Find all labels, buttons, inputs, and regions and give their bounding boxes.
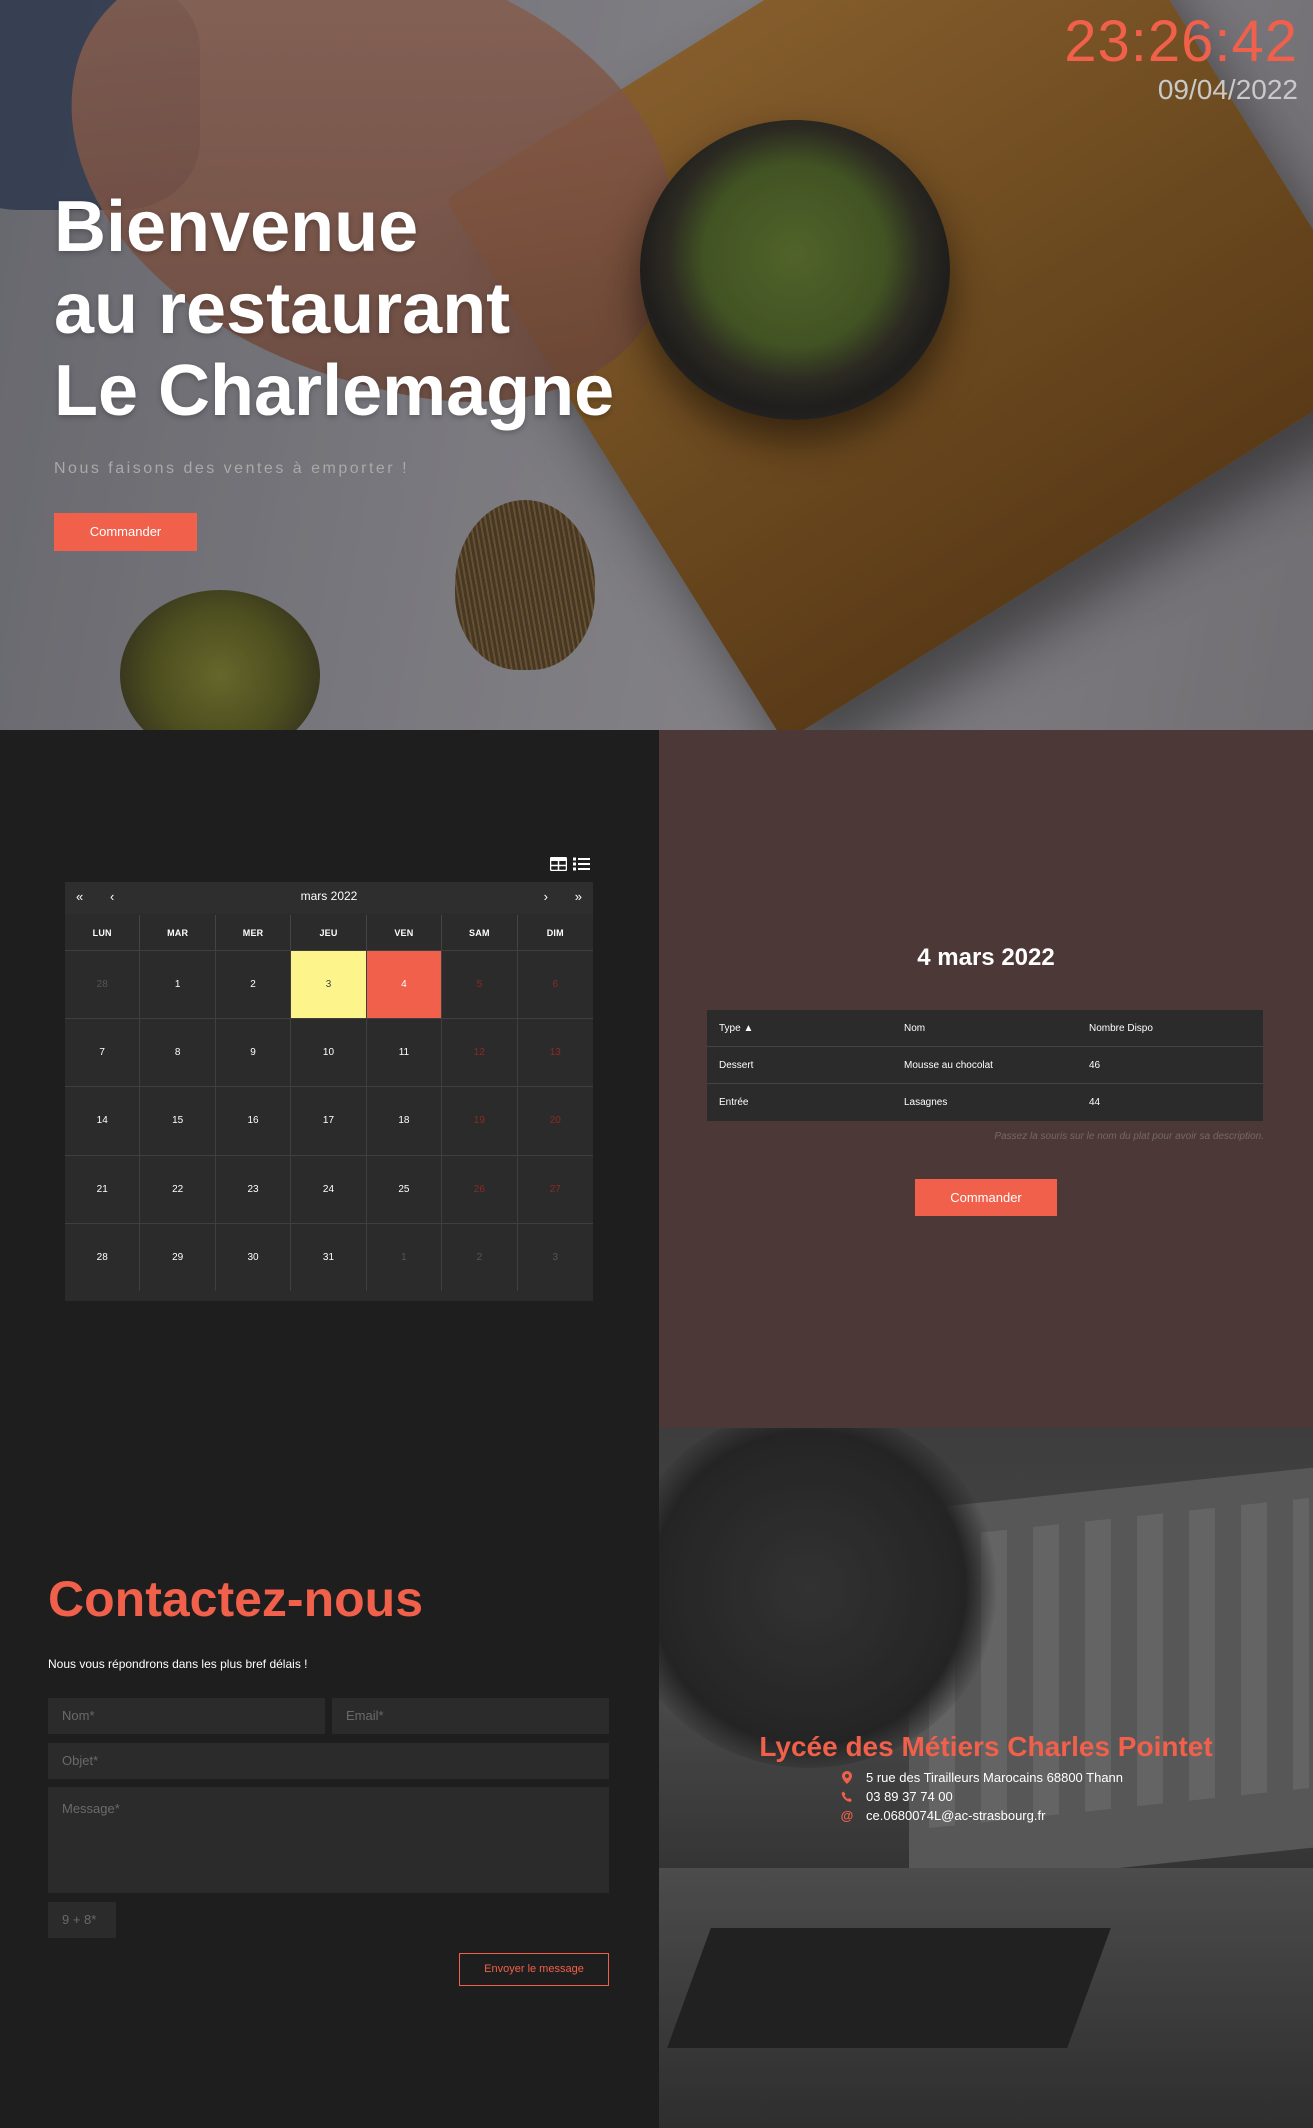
calendar-day[interactable]: 3 (517, 1222, 593, 1291)
calendar-grid: 28 1 2 3 4 5 6 7 8 9 10 11 12 13 14 15 16 17 18 19 20 21 22 23 2… (65, 950, 593, 1291)
calendar-day[interactable]: 6 (517, 950, 593, 1018)
cell-type: Dessert (719, 1059, 754, 1071)
calendar-day[interactable]: 19 (442, 1086, 518, 1155)
calendar-day[interactable]: 8 (140, 1018, 216, 1087)
hero-title-line: au restaurant (54, 269, 511, 349)
table-row: Dessert Mousse au chocolat 46 (707, 1047, 1263, 1084)
calendar-day[interactable]: 23 (215, 1154, 292, 1223)
calendar-day[interactable]: 22 (140, 1154, 216, 1223)
school-email: @ ce.0680074L@ac-strasbourg.fr (840, 1808, 1046, 1823)
calendar-day[interactable]: 2 (442, 1222, 518, 1291)
calendar-day[interactable]: 20 (517, 1086, 593, 1154)
cell-count: 44 (1089, 1097, 1101, 1108)
map-marker-icon (840, 1771, 854, 1784)
calendar-day[interactable]: 11 (366, 1018, 443, 1087)
calendar-next-button[interactable]: › (544, 889, 548, 904)
hero-order-button[interactable]: Commander (54, 513, 197, 551)
calendar-day[interactable]: 25 (366, 1154, 443, 1223)
menu-hint: Passez la souris sur le nom du plat pour… (994, 1131, 1264, 1142)
hero-title: Bienvenue au restaurant Le Charlemagne (54, 186, 614, 432)
school-name: Lycée des Métiers Charles Pointet (759, 1731, 1213, 1762)
calendar-day[interactable]: 13 (517, 1018, 593, 1086)
calendar-day[interactable]: 26 (442, 1154, 518, 1223)
school-phone-text: 03 89 37 74 00 (866, 1789, 953, 1804)
cell-name[interactable]: Mousse au chocolat (904, 1060, 1089, 1071)
contact-title: Contactez-nous (48, 1571, 423, 1627)
calendar-day[interactable]: 29 (140, 1222, 216, 1291)
calendar-day[interactable]: 28 (65, 950, 141, 1019)
calendar-view-switch (550, 857, 590, 871)
hero-section: 23:26:42 09/04/2022 Bienvenue au restaur… (0, 0, 1313, 730)
weekday-label: VEN (367, 915, 443, 951)
cell-name[interactable]: Lasagnes (904, 1097, 1089, 1108)
captcha-field[interactable]: 9 + 8* (48, 1902, 116, 1938)
menu-order-button[interactable]: Commander (915, 1179, 1057, 1216)
weekday-label: JEU (291, 915, 367, 951)
column-header-count[interactable]: Nombre Dispo (1089, 1023, 1263, 1034)
calendar-day[interactable]: 16 (215, 1086, 292, 1155)
weekday-label: LUN (65, 915, 141, 951)
name-field[interactable]: Nom* (48, 1698, 325, 1734)
calendar-day[interactable]: 2 (215, 950, 292, 1019)
calendar-day[interactable]: 18 (366, 1086, 443, 1155)
send-message-button[interactable]: Envoyer le message (459, 1953, 609, 1986)
calendar: « ‹ mars 2022 › » LUN MAR MER JEU VEN SA… (65, 882, 593, 1301)
contact-subtitle: Nous vous répondrons dans les plus bref … (48, 1657, 308, 1671)
at-icon: @ (840, 1808, 854, 1823)
phone-icon (840, 1791, 854, 1803)
list-view-icon[interactable] (573, 857, 590, 871)
calendar-weekdays: LUN MAR MER JEU VEN SAM DIM (65, 914, 593, 951)
hero-subtitle: Nous faisons des ventes à emporter ! (54, 460, 410, 477)
clock-time: 23:26:42 (1064, 9, 1298, 74)
school-address-text: 5 rue des Tirailleurs Marocains 68800 Th… (866, 1770, 1124, 1785)
calendar-day[interactable]: 21 (65, 1154, 141, 1223)
cell-count: 46 (1089, 1059, 1101, 1071)
weekday-label: MAR (140, 915, 216, 951)
email-field[interactable]: Email* (332, 1698, 609, 1734)
grid-view-icon[interactable] (550, 857, 567, 871)
calendar-day[interactable]: 5 (442, 950, 518, 1019)
calendar-last-button[interactable]: » (575, 889, 582, 904)
column-header-type[interactable]: Type ▲ (719, 1023, 904, 1034)
calendar-month-label[interactable]: mars 2022 (65, 889, 593, 903)
calendar-day[interactable]: 31 (291, 1222, 367, 1291)
calendar-day[interactable]: 10 (291, 1018, 367, 1087)
clock-date: 09/04/2022 (1157, 74, 1298, 105)
column-header-name[interactable]: Nom (904, 1023, 1089, 1034)
cell-type: Entrée (719, 1097, 749, 1108)
menu-table: Type ▲ Nom Nombre Dispo Dessert Mousse a… (707, 1010, 1263, 1121)
calendar-day[interactable]: 1 (140, 950, 216, 1019)
calendar-day[interactable]: 4 (366, 950, 443, 1019)
calendar-day[interactable]: 17 (291, 1086, 367, 1155)
calendar-day[interactable]: 9 (215, 1018, 292, 1087)
calendar-day[interactable]: 15 (140, 1086, 216, 1155)
school-phone: 03 89 37 74 00 (840, 1789, 953, 1804)
school-email-text[interactable]: ce.0680074L@ac-strasbourg.fr (866, 1808, 1045, 1823)
table-header: Type ▲ Nom Nombre Dispo (707, 1010, 1263, 1047)
weekday-label: MER (216, 915, 292, 951)
hero-title-line: Le Charlemagne (54, 351, 615, 431)
table-row: Entrée Lasagnes 44 (707, 1084, 1263, 1121)
calendar-nav: « ‹ mars 2022 › » (65, 882, 593, 914)
calendar-day[interactable]: 27 (517, 1154, 593, 1223)
hero-title-line: Bienvenue (54, 187, 419, 267)
calendar-day[interactable]: 1 (366, 1222, 443, 1291)
calendar-day[interactable]: 30 (215, 1222, 292, 1291)
calendar-day[interactable]: 28 (65, 1222, 141, 1291)
calendar-day[interactable]: 7 (65, 1018, 141, 1087)
menu-date-title: 4 mars 2022 (917, 944, 1055, 971)
subject-field[interactable]: Objet* (48, 1743, 609, 1779)
calendar-day[interactable]: 24 (291, 1154, 367, 1223)
school-address: 5 rue des Tirailleurs Marocains 68800 Th… (840, 1770, 1123, 1785)
weekday-label: SAM (442, 915, 518, 951)
calendar-day[interactable]: 14 (65, 1086, 141, 1155)
weekday-label: DIM (546, 928, 564, 938)
calendar-day[interactable]: 3 (291, 950, 367, 1019)
message-field[interactable]: Message* (48, 1787, 609, 1893)
calendar-day[interactable]: 12 (442, 1018, 518, 1087)
